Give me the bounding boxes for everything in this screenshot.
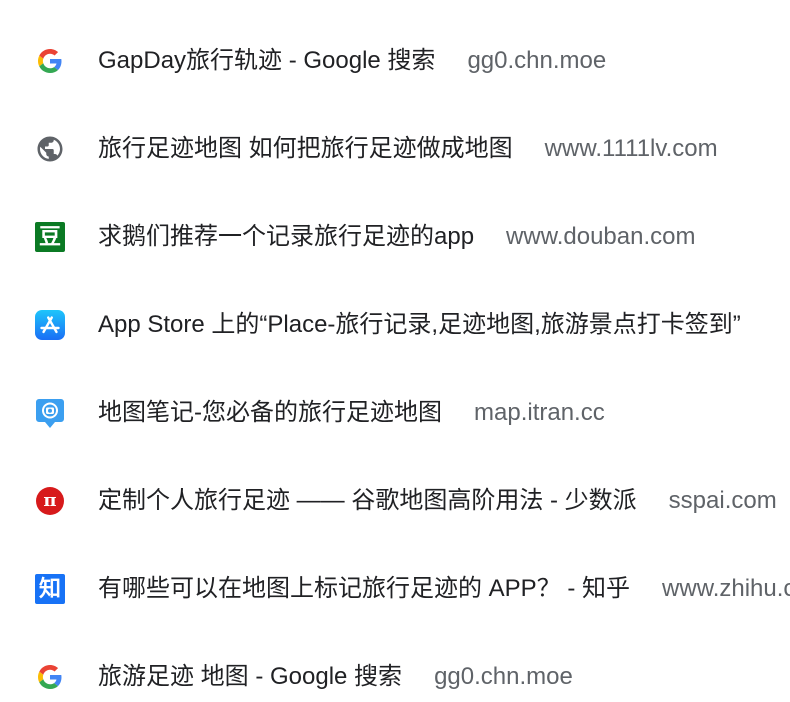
history-item-url: gg0.chn.moe bbox=[467, 47, 607, 74]
title-text: GapDay旅行轨迹 - Google 搜索 bbox=[98, 47, 436, 74]
itran-map-pin-icon bbox=[34, 397, 66, 429]
history-item-url: www.1111lv.com bbox=[544, 135, 718, 162]
title-text: 定制个人旅行足迹 —— 谷歌地图高阶用法 - 少数派 bbox=[98, 487, 637, 514]
history-item-title[interactable]: 地图笔记-您必备的旅行足迹地图 map.itran.cc bbox=[98, 397, 605, 429]
history-item-title[interactable]: 有哪些可以在地图上标记旅行足迹的 APP？ - 知乎 www.zhihu.com bbox=[98, 573, 790, 605]
title-text: 旅行足迹地图 如何把旅行足迹做成地图 bbox=[98, 135, 513, 162]
globe-icon bbox=[34, 133, 66, 165]
history-item[interactable]: 旅游足迹 地图 - Google 搜索 gg0.chn.moe bbox=[0, 633, 790, 702]
history-item[interactable]: App Store 上的“Place-旅行记录,足迹地图,旅游景点打卡签到” bbox=[0, 281, 790, 369]
google-g-icon bbox=[34, 45, 66, 77]
zhihu-icon-glyph: 知 bbox=[35, 574, 65, 604]
history-item-url: map.itran.cc bbox=[474, 399, 605, 426]
history-item-title[interactable]: 求鹅们推荐一个记录旅行足迹的app www.douban.com bbox=[98, 221, 695, 253]
history-item[interactable]: 知 有哪些可以在地图上标记旅行足迹的 APP？ - 知乎 www.zhihu.co… bbox=[0, 545, 790, 633]
douban-icon: 豆 bbox=[34, 221, 66, 253]
history-item[interactable]: π 定制个人旅行足迹 —— 谷歌地图高阶用法 - 少数派 sspai.com bbox=[0, 457, 790, 545]
google-g-icon bbox=[34, 661, 66, 693]
history-item-title[interactable]: 定制个人旅行足迹 —— 谷歌地图高阶用法 - 少数派 sspai.com bbox=[98, 485, 777, 517]
history-item-title[interactable]: 旅游足迹 地图 - Google 搜索 gg0.chn.moe bbox=[98, 661, 573, 693]
history-item-url: sspai.com bbox=[668, 487, 777, 514]
history-item-url: gg0.chn.moe bbox=[434, 663, 573, 690]
sspai-icon: π bbox=[34, 485, 66, 517]
app-store-icon bbox=[34, 309, 66, 341]
history-item-title[interactable]: 旅行足迹地图 如何把旅行足迹做成地图 www.1111lv.com bbox=[98, 133, 718, 165]
zhihu-icon: 知 bbox=[34, 573, 66, 605]
title-text: 旅游足迹 地图 - Google 搜索 bbox=[98, 663, 403, 690]
history-item-title[interactable]: App Store 上的“Place-旅行记录,足迹地图,旅游景点打卡签到” bbox=[98, 309, 773, 341]
history-item-url: www.douban.com bbox=[506, 223, 696, 250]
history-list: GapDay旅行轨迹 - Google 搜索 gg0.chn.moe 旅行足迹地图… bbox=[0, 0, 790, 702]
sspai-icon-glyph: π bbox=[36, 487, 64, 515]
history-item[interactable]: GapDay旅行轨迹 - Google 搜索 gg0.chn.moe bbox=[0, 17, 790, 105]
title-text: 有哪些可以在地图上标记旅行足迹的 APP？ - 知乎 bbox=[98, 575, 631, 602]
title-text: 地图笔记-您必备的旅行足迹地图 bbox=[98, 399, 442, 426]
history-item-url: www.zhihu.com bbox=[662, 575, 790, 602]
title-text: App Store 上的“Place-旅行记录,足迹地图,旅游景点打卡签到” bbox=[98, 311, 741, 338]
history-item[interactable]: 豆 求鹅们推荐一个记录旅行足迹的app www.douban.com bbox=[0, 193, 790, 281]
history-item-title[interactable]: GapDay旅行轨迹 - Google 搜索 gg0.chn.moe bbox=[98, 45, 606, 77]
history-item[interactable]: 地图笔记-您必备的旅行足迹地图 map.itran.cc bbox=[0, 369, 790, 457]
history-item[interactable]: 旅行足迹地图 如何把旅行足迹做成地图 www.1111lv.com bbox=[0, 105, 790, 193]
douban-icon-glyph: 豆 bbox=[35, 222, 65, 252]
title-text: 求鹅们推荐一个记录旅行足迹的app bbox=[98, 223, 475, 250]
